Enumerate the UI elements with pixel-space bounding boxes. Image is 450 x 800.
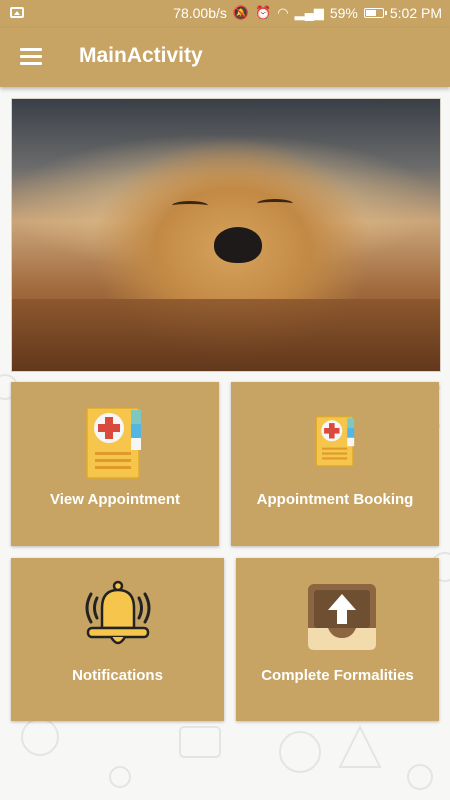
complete-formalities-card[interactable]: Complete Formalities <box>236 558 439 721</box>
appointment-booking-card[interactable]: Appointment Booking <box>231 382 439 546</box>
medical-folder-icon <box>86 408 141 479</box>
bell-icon <box>85 580 151 645</box>
app-bar: MainActivity <box>0 28 450 87</box>
battery-percent: 59% <box>329 5 358 21</box>
clock: 5:02 PM <box>389 5 442 21</box>
status-bar: 78.00b/s 🔕 ⏰ ◠ ▂▄▆ 59% 5:02 PM <box>0 0 450 28</box>
network-speed: 78.00b/s <box>173 5 227 21</box>
notifications-card[interactable]: Notifications <box>11 558 224 721</box>
hamburger-menu-icon[interactable] <box>20 48 42 66</box>
battery-icon <box>363 8 387 18</box>
page-title: MainActivity <box>79 44 203 67</box>
card-label: Complete Formalities <box>261 667 414 684</box>
hero-dog-image <box>11 98 441 372</box>
card-label: Appointment Booking <box>256 491 414 508</box>
wifi-icon: ◠ <box>277 5 289 20</box>
gallery-notification-icon <box>10 7 24 18</box>
view-appointment-card[interactable]: View Appointment <box>11 382 219 546</box>
mute-icon: 🔕 <box>232 5 250 20</box>
upload-tray-icon <box>308 584 376 650</box>
alarm-icon: ⏰ <box>255 5 272 20</box>
card-label: Notifications <box>72 667 163 684</box>
card-label: View Appointment <box>49 491 180 508</box>
medical-folder-icon <box>315 416 355 467</box>
signal-icon: ▂▄▆ <box>294 5 324 20</box>
